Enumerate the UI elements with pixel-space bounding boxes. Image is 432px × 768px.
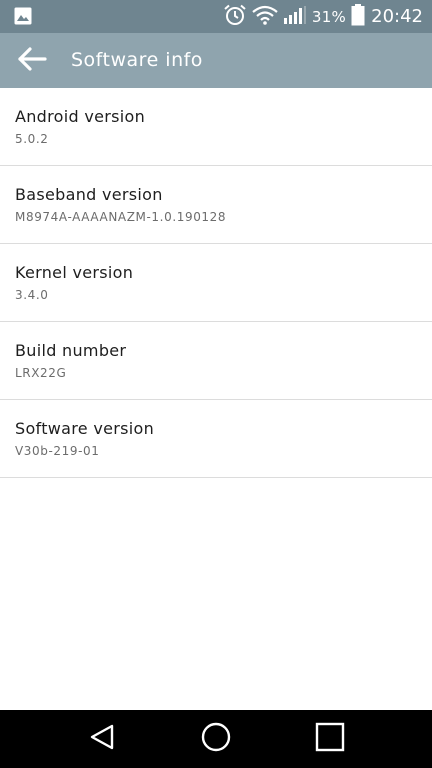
list-item-baseband-version[interactable]: Baseband version M8974A-AAAANAZM-1.0.190… <box>0 166 432 244</box>
back-triangle-icon <box>88 723 116 755</box>
alarm-icon <box>223 4 247 30</box>
item-title: Kernel version <box>15 263 134 282</box>
nav-recents-button[interactable] <box>295 710 365 768</box>
back-button[interactable] <box>12 41 54 81</box>
item-summary: M8974A-AAAANAZM-1.0.190128 <box>15 210 227 224</box>
app-toolbar: Software info <box>0 33 432 88</box>
clock: 20:42 <box>371 6 423 27</box>
wifi-icon <box>252 5 278 29</box>
list-item-build-number[interactable]: Build number LRX22G <box>0 322 432 400</box>
item-title: Software version <box>15 419 155 438</box>
item-title: Android version <box>15 107 146 126</box>
battery-icon <box>351 3 365 30</box>
list-item-android-version[interactable]: Android version 5.0.2 <box>0 88 432 166</box>
back-arrow-icon <box>18 47 48 75</box>
signal-icon <box>283 5 307 29</box>
item-summary: LRX22G <box>15 366 67 380</box>
item-summary: 5.0.2 <box>15 132 49 146</box>
navigation-bar <box>0 710 432 768</box>
nav-back-button[interactable] <box>67 710 137 768</box>
battery-percent: 31% <box>311 7 347 26</box>
list-item-kernel-version[interactable]: Kernel version 3.4.0 <box>0 244 432 322</box>
item-summary: V30b-219-01 <box>15 444 100 458</box>
recents-square-icon <box>315 722 345 756</box>
nav-home-button[interactable] <box>181 710 251 768</box>
item-title: Build number <box>15 341 127 360</box>
item-summary: 3.4.0 <box>15 288 49 302</box>
image-notification-icon <box>14 7 32 29</box>
list-item-software-version[interactable]: Software version V30b-219-01 <box>0 400 432 478</box>
status-bar: 31% 20:42 <box>0 0 432 33</box>
software-info-list: Android version 5.0.2 Baseband version M… <box>0 88 432 478</box>
page-title: Software info <box>71 49 203 71</box>
item-title: Baseband version <box>15 185 163 204</box>
home-circle-icon <box>201 722 231 756</box>
